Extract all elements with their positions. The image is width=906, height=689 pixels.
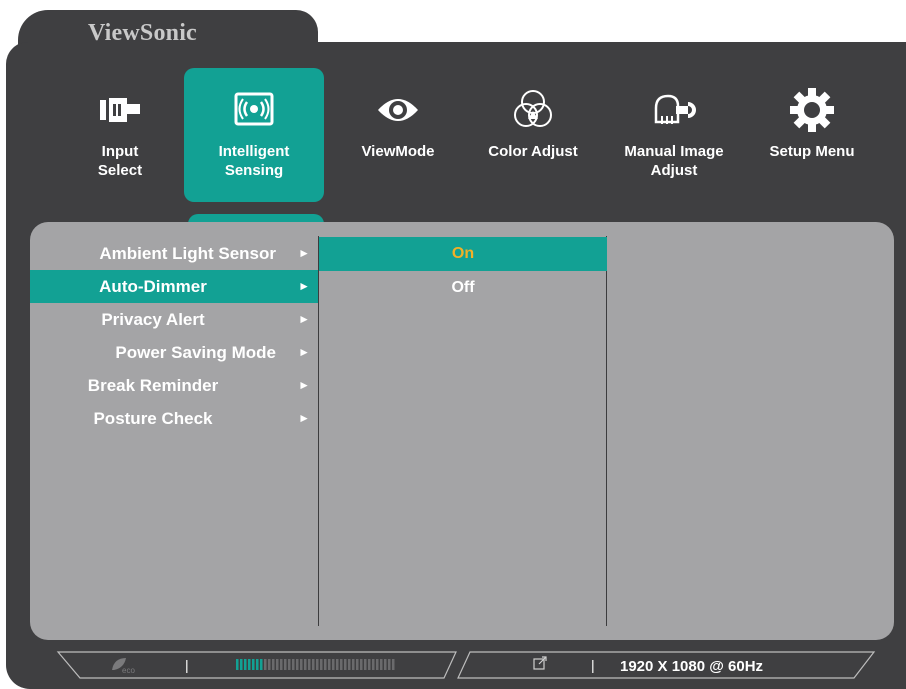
eco-level-segment	[236, 659, 239, 670]
eco-level-segment	[368, 659, 371, 670]
submenu-label: Posture Check	[93, 409, 213, 428]
submenu-label: Auto-Dimmer	[99, 277, 207, 296]
eco-level-segment	[372, 659, 375, 670]
submenu-item-privacy-alert[interactable]: Privacy Alert ►	[30, 303, 318, 336]
eco-level-segment	[264, 659, 267, 670]
menu-label: Color Adjust	[488, 143, 578, 160]
eco-level-segment	[352, 659, 355, 670]
menu-item-setup-menu[interactable]: Setup Menu	[742, 68, 882, 202]
eco-level-segment	[376, 659, 379, 670]
eco-level-segment	[380, 659, 383, 670]
submenu-item-auto-dimmer[interactable]: Auto-Dimmer ►	[30, 270, 318, 303]
submenu-label: Privacy Alert	[101, 310, 205, 329]
eco-level-segment	[348, 659, 351, 670]
submenu-item-break-reminder[interactable]: Break Reminder ►	[30, 369, 318, 402]
eco-level-segment	[304, 659, 307, 670]
arrow-right-icon: ►	[298, 411, 310, 425]
submenu-item-power-saving-mode[interactable]: Power Saving Mode ►	[30, 336, 318, 369]
separator: |	[185, 657, 189, 673]
arrow-right-icon: ►	[298, 378, 310, 392]
submenu-item-posture-check[interactable]: Posture Check ►	[30, 402, 318, 435]
eco-level-meter	[236, 659, 395, 670]
arrow-right-icon: ►	[298, 279, 310, 293]
eco-level-segment	[356, 659, 359, 670]
menu-label: Setup Menu	[769, 143, 855, 160]
eco-level-segment	[284, 659, 287, 670]
eco-level-segment	[268, 659, 271, 670]
eco-level-segment	[276, 659, 279, 670]
eco-level-segment	[272, 659, 275, 670]
submenu-label: Power Saving Mode	[115, 343, 276, 362]
status-bar: eco | | 1920 X 1080 @ 60Hz	[56, 651, 876, 679]
eco-level-segment	[340, 659, 343, 670]
menu-item-color-adjust[interactable]: Color Adjust	[463, 68, 603, 202]
eco-level-segment	[248, 659, 251, 670]
eco-level-segment	[324, 659, 327, 670]
menu-label: Manual Image Adjust	[624, 143, 724, 179]
eco-level-segment	[332, 659, 335, 670]
eco-level-segment	[344, 659, 347, 670]
eco-level-segment	[312, 659, 315, 670]
eco-level-segment	[240, 659, 243, 670]
eco-level-segment	[296, 659, 299, 670]
gear-icon	[790, 88, 834, 132]
submenu-item-ambient-light-sensor[interactable]: Ambient Light Sensor ►	[30, 237, 318, 270]
option-off[interactable]: Off	[319, 271, 607, 305]
menu-item-intelligent-sensing[interactable]: Intelligent Sensing	[184, 68, 324, 202]
eco-level-segment	[392, 659, 395, 670]
eco-level-segment	[336, 659, 339, 670]
separator: |	[591, 657, 595, 673]
resolution-text: 1920 X 1080 @ 60Hz	[620, 658, 763, 675]
eco-level-segment	[360, 659, 363, 670]
arrow-right-icon: ►	[298, 246, 310, 260]
submenu-label: Break Reminder	[87, 376, 219, 395]
menu-item-manual-image-adjust[interactable]: Manual Image Adjust	[604, 68, 744, 202]
eco-level-segment	[308, 659, 311, 670]
external-link-icon	[533, 656, 547, 670]
eco-level-segment	[260, 659, 263, 670]
menu-label: Input Select	[97, 143, 143, 179]
intelligent-sensing-icon	[234, 92, 274, 126]
eco-level-segment	[384, 659, 387, 670]
hand-wrench-icon	[654, 94, 696, 124]
eco-level-segment	[244, 659, 247, 670]
input-select-icon	[100, 98, 140, 122]
option-list: On Off	[319, 237, 607, 305]
eco-level-segment	[388, 659, 391, 670]
eco-level-segment	[252, 659, 255, 670]
eco-level-segment	[316, 659, 319, 670]
eye-icon	[378, 99, 418, 121]
eco-level-segment	[328, 659, 331, 670]
option-on[interactable]: On	[319, 237, 607, 271]
arrow-right-icon: ►	[298, 312, 310, 326]
menu-label: Intelligent Sensing	[218, 143, 290, 179]
submenu-list: Ambient Light Sensor ► Auto-Dimmer ► Pri…	[30, 237, 318, 435]
color-circles-icon	[514, 90, 552, 127]
eco-level-segment	[300, 659, 303, 670]
main-menu: Input Select Intelligent Sensing ViewMod…	[0, 0, 906, 240]
eco-level-segment	[288, 659, 291, 670]
eco-level-segment	[292, 659, 295, 670]
eco-level-segment	[364, 659, 367, 670]
menu-item-input-select[interactable]: Input Select	[50, 68, 190, 202]
submenu-label: Ambient Light Sensor	[99, 244, 276, 263]
eco-level-segment	[320, 659, 323, 670]
arrow-right-icon: ►	[298, 345, 310, 359]
eco-label: eco	[122, 666, 135, 675]
eco-level-segment	[280, 659, 283, 670]
menu-item-viewmode[interactable]: ViewMode	[328, 68, 468, 202]
menu-label: ViewMode	[361, 143, 435, 160]
eco-level-segment	[256, 659, 259, 670]
